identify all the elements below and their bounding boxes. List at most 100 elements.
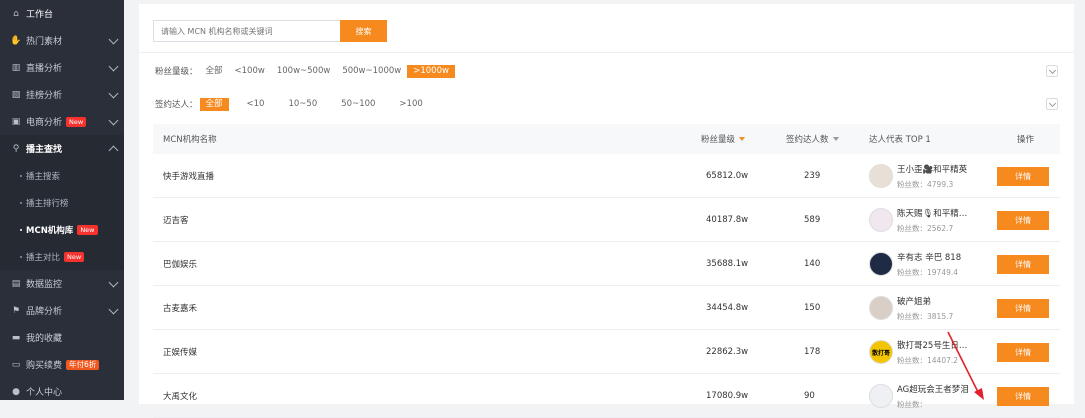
sidebar-bottom-item-1[interactable]: ⚑ 品牌分析 [0, 297, 124, 324]
kol-fans: 粉丝数：19749.4 [897, 267, 959, 277]
top-kol[interactable]: 破产姐弟粉丝数：3815.7 [869, 286, 953, 330]
red-arrow-annotation [947, 331, 984, 400]
header-name: MCN机构名称 [163, 135, 217, 145]
monitor-icon: ▤ [11, 278, 21, 289]
promo-badge: 年付6折 [66, 359, 100, 370]
chevron-down-icon [108, 115, 119, 126]
detail-button[interactable]: 详情 [997, 210, 1049, 230]
signed-filter-expand-icon[interactable] [1046, 98, 1058, 110]
sidebar-item-label: 电商分析 [26, 118, 63, 128]
fans-value: 35688.1w [706, 259, 749, 269]
signed-option-1[interactable]: <10 [241, 98, 271, 111]
user-icon: ● [12, 386, 20, 397]
sidebar: ⌂ 工作台 ✋ 热门素材 ▥ 直播分析 ▧ 挂榜分析 ▣ 电商分析 New ⚲ 播主查找 播主搜索播主排行… [0, 0, 124, 400]
sidebar-item-4[interactable]: ▣ 电商分析 New [0, 108, 124, 135]
mcn-name[interactable]: 正娱传媒 [163, 330, 197, 374]
kol-name: 破产姐弟 [897, 296, 932, 307]
sidebar-item-0[interactable]: ⌂ 工作台 [0, 0, 124, 27]
mcn-name[interactable]: 迈吉客 [163, 198, 189, 242]
sidebar-item-label: 播主查找 [26, 145, 63, 155]
mcn-name[interactable]: 快手游戏直播 [163, 154, 214, 198]
fans-filter: 粉丝量级： 全部 <100w 100w~500w 500w~1000w >1000w [155, 64, 455, 78]
mcn-name[interactable]: 巴伽娱乐 [163, 242, 197, 286]
detail-button[interactable]: 详情 [997, 254, 1049, 274]
search-button[interactable]: 搜索 [340, 20, 387, 42]
brand-icon: ⚑ [11, 305, 21, 316]
header-signed[interactable]: 签约达人数 [786, 133, 839, 145]
detail-button[interactable]: 详情 [997, 342, 1049, 362]
sidebar-bottom-item-3[interactable]: ▭ 购买续费 年付6折 [0, 351, 124, 378]
table-header: MCN机构名称 粉丝量级 签约达人数 达人代表 TOP 1 操作 [153, 124, 1060, 154]
sidebar-item-1[interactable]: ✋ 热门素材 [0, 27, 124, 54]
fans-option-0[interactable]: 全部 [200, 65, 229, 78]
mcn-name[interactable]: 古麦嘉禾 [163, 286, 197, 330]
new-badge: New [77, 224, 98, 235]
signed-option-2[interactable]: 10~50 [282, 98, 323, 111]
fans-option-1[interactable]: <100w [229, 65, 271, 78]
detail-button[interactable]: 详情 [997, 166, 1049, 186]
action-cell: 详情 [997, 242, 1049, 286]
sidebar-item-label: 工作台 [26, 10, 54, 20]
table-row: 正娱传媒 22862.3w 178 散打哥 散打哥25号生日会… 粉丝数：14407.2 详… [153, 330, 1060, 374]
top-kol[interactable]: 王小歪🎥和平精英 粉丝数：4799.3 [869, 154, 967, 198]
kol-fans: 粉丝数：3815.7 [897, 311, 954, 321]
fans-option-3[interactable]: 500w~1000w [336, 65, 407, 78]
detail-button[interactable]: 详情 [997, 386, 1049, 406]
chevron-up-icon [108, 145, 119, 156]
signed-count: 140 [804, 259, 821, 269]
sidebar-subitem-label: 播主排行榜 [26, 198, 69, 209]
avatar-label: 散打哥 [871, 349, 890, 357]
kol-info: 陈天赐🎙和平精英… 粉丝数：2562.7 [897, 207, 975, 234]
signed-count: 589 [804, 215, 821, 225]
top-kol[interactable]: 陈天赐🎙和平精英… 粉丝数：2562.7 [869, 198, 975, 242]
mcn-table: MCN机构名称 粉丝量级 签约达人数 达人代表 TOP 1 操作 快手游戏直播 6… [153, 124, 1060, 418]
sidebar-bottom-item-4[interactable]: ● 个人中心 [0, 378, 124, 405]
action-cell: 详情 [997, 286, 1049, 330]
sidebar-subitem-0[interactable]: 播主搜索 [0, 162, 124, 189]
search-input[interactable] [153, 20, 340, 42]
fans-option-4[interactable]: >1000w [407, 64, 455, 78]
sidebar-subitem-1[interactable]: 播主排行榜 [0, 189, 124, 216]
sidebar-item-3[interactable]: ▧ 挂榜分析 [0, 81, 124, 108]
fans-filter-label: 粉丝量级： [155, 67, 198, 77]
chevron-down-icon [108, 34, 119, 45]
sidebar-item-label: 购买续费 [26, 361, 63, 371]
divider [139, 52, 1074, 53]
kol-fans: 粉丝数： [897, 399, 927, 409]
bullet-dot [20, 174, 22, 177]
folder-icon: ▬ [11, 332, 21, 343]
table-row: 巴伽娱乐 35688.1w 140 辛有志 辛巴 818 粉丝数：19749.4 详情 [153, 242, 1060, 286]
detail-button[interactable]: 详情 [997, 298, 1049, 318]
sidebar-bottom-item-0[interactable]: ▤ 数据监控 [0, 270, 124, 297]
sidebar-subitem-label: MCN机构库 [26, 225, 74, 236]
signed-option-0[interactable]: 全部 [199, 97, 229, 111]
mcn-name[interactable]: 大禹文化 [163, 374, 197, 418]
sidebar-item-label: 我的收藏 [26, 334, 63, 344]
sidebar-item-2[interactable]: ▥ 直播分析 [0, 54, 124, 81]
sidebar-subitem-label: 播主对比 [26, 252, 61, 263]
fans-option-2[interactable]: 100w~500w [271, 65, 336, 78]
sidebar-bottom-item-2[interactable]: ▬ 我的收藏 [0, 324, 124, 351]
top-kol[interactable]: 辛有志 辛巴 818 粉丝数：19749.4 [869, 242, 961, 286]
sidebar-item-5[interactable]: ⚲ 播主查找 [0, 135, 124, 162]
fans-filter-expand-icon[interactable] [1046, 65, 1058, 77]
kol-info: 辛有志 辛巴 818 粉丝数：19749.4 [897, 251, 961, 278]
home-icon: ⌂ [13, 8, 19, 19]
kol-info: 王小歪🎥和平精英 粉丝数：4799.3 [897, 163, 967, 190]
sidebar-subitem-3[interactable]: 播主对比 New [0, 243, 124, 270]
signed-option-3[interactable]: 50~100 [335, 98, 381, 111]
sort-icon [832, 137, 839, 141]
avatar [869, 296, 893, 320]
sidebar-item-label: 挂榜分析 [26, 91, 63, 101]
kol-fans: 粉丝数：4799.3 [897, 179, 954, 189]
avatar [869, 252, 893, 276]
sidebar-item-label: 品牌分析 [26, 307, 63, 317]
sidebar-subitem-2[interactable]: MCN机构库 New [0, 216, 124, 243]
bullet-dot [20, 201, 22, 204]
fans-value: 34454.8w [706, 303, 749, 313]
sidebar-item-label: 热门素材 [26, 37, 63, 47]
fans-value: 17080.9w [706, 391, 749, 401]
signed-option-4[interactable]: >100 [393, 98, 428, 111]
new-badge: New [64, 251, 85, 262]
header-fans[interactable]: 粉丝量级 [701, 133, 746, 145]
